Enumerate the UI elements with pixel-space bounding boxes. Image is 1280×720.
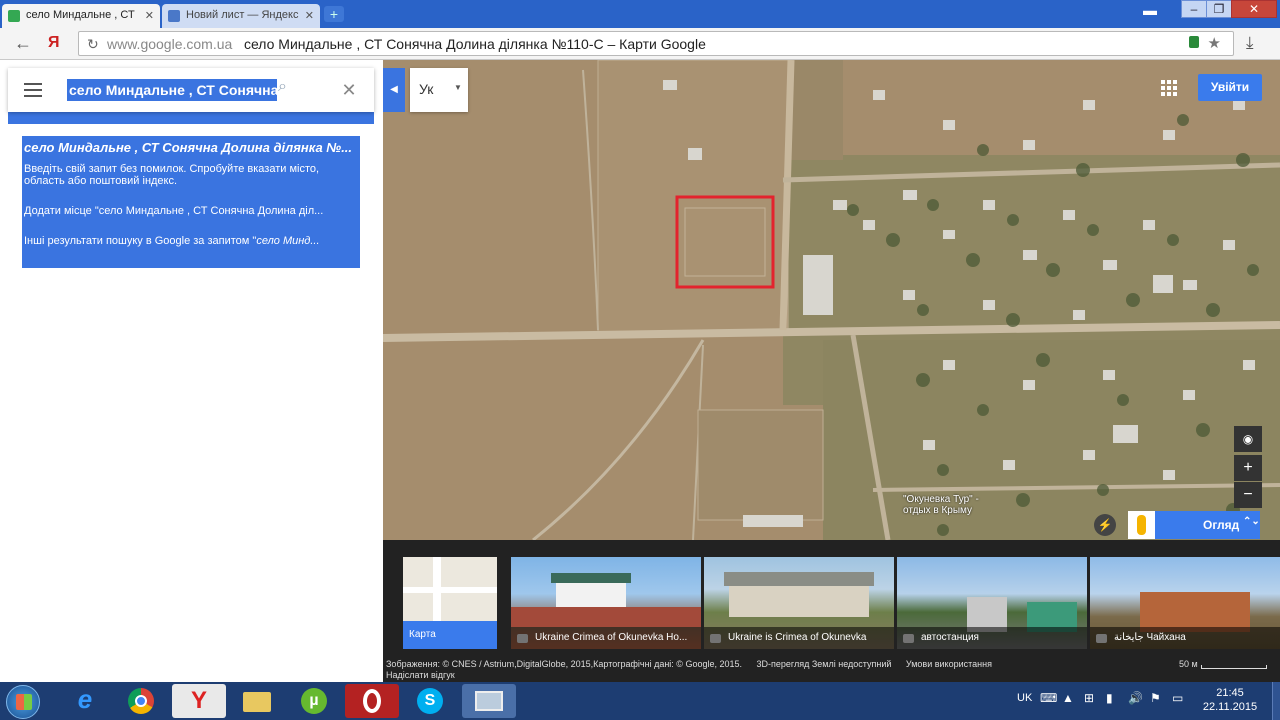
result-hint-line2: область або поштовий індекс. (24, 175, 178, 187)
view-toggle-label: Огляд (1203, 518, 1240, 532)
download-icon[interactable]: ⤓ (1246, 33, 1254, 53)
map-credits: Зображення: © CNES / Astrium,DigitalGlob… (386, 659, 1278, 681)
keyboard-icon[interactable]: ⌨ (1040, 691, 1057, 705)
result-hint-line1: Введіть свій запит без помилок. Спробуйт… (24, 163, 320, 175)
zoom-out-button[interactable]: − (1234, 482, 1262, 508)
language-value: Ук (419, 81, 434, 97)
show-desktop-button[interactable] (1272, 682, 1280, 720)
start-button[interactable] (6, 685, 40, 719)
mail-favicon-icon (168, 10, 180, 22)
photo-thumb[interactable]: Ukraine Crimea of Okunevka Ho... (511, 557, 701, 649)
clock-date: 22.11.2015 (1202, 701, 1258, 713)
language-indicator[interactable]: UK (1017, 692, 1032, 704)
opera-icon[interactable] (345, 684, 399, 718)
reload-icon[interactable]: ↻ (87, 36, 99, 53)
yandex-icon[interactable]: Я (48, 34, 60, 52)
photo-caption: Ukraine is Crimea of Okunevka (704, 627, 894, 649)
photo-thumb[interactable]: автостанция (897, 557, 1087, 649)
new-tab-button[interactable]: + (324, 6, 344, 22)
tray-expand-icon[interactable]: ▲ (1062, 691, 1074, 705)
search-results: село Миндальне , СТ Сонячна Долина ділян… (22, 136, 360, 268)
photo-thumb[interactable]: Ukraine is Crimea of Okunevka (704, 557, 894, 649)
photo-thumb[interactable]: جايخانة Чайхана (1090, 557, 1280, 649)
scale-label: 50 м (1179, 659, 1198, 669)
apps-grid-icon[interactable] (1160, 79, 1178, 97)
volume-icon[interactable]: 🔊 (1128, 691, 1143, 705)
view-toggle-button[interactable]: Огляд ⌃⌄ (1155, 511, 1260, 539)
earth-3d-icon[interactable]: ⚡ (1094, 514, 1116, 536)
yandex-browser-icon[interactable]: Y (172, 684, 226, 718)
tab-maps-label: село Миндальне , СТ (26, 9, 135, 21)
photo-caption: Ukraine Crimea of Okunevka Ho... (511, 627, 701, 649)
scale-bar (1201, 665, 1267, 669)
address-bar[interactable]: ↻ www.google.com.ua село Миндальне , СТ … (78, 31, 1234, 56)
search-input[interactable]: село Миндальне , СТ Сонячна Д (67, 79, 277, 101)
photo-caption: جايخانة Чайхана (1090, 627, 1280, 649)
action-center-icon[interactable]: ⚑ (1150, 691, 1161, 705)
address-title: село Миндальне , СТ Сонячна Долина ділян… (243, 36, 706, 52)
close-window-button[interactable]: ✕ (1231, 0, 1277, 18)
display-icon[interactable] (462, 684, 516, 718)
terms-link[interactable]: Умови використання (906, 659, 992, 669)
folder-icon[interactable] (230, 684, 284, 718)
tab-yandex-label: Новий лист — Яндекс (186, 9, 299, 21)
satellite-map[interactable]: "Окуневка Тур" - отдых в Крыму (383, 60, 1280, 540)
back-arrow-icon[interactable]: ← (14, 33, 32, 54)
restore-button[interactable]: ❐ (1206, 0, 1232, 18)
chrome-icon[interactable] (115, 684, 169, 718)
place-label-line2: отдых в Крыму (903, 505, 973, 516)
photo-caption: автостанция (897, 627, 1087, 649)
clock[interactable]: 21:45 22.11.2015 (1198, 686, 1262, 714)
credits-3d[interactable]: 3D-перегляд Землі недоступний (757, 659, 892, 669)
add-place-link[interactable]: Додати місце "село Миндальне , СТ Сонячн… (24, 205, 358, 217)
other-results-prefix: Інші результати пошуку в Google за запит… (24, 235, 257, 247)
minimize-button[interactable]: – (1181, 0, 1207, 18)
search-icon[interactable]: ⌕ (278, 78, 324, 102)
credits-imagery: Зображення: © CNES / Astrium,DigitalGlob… (386, 659, 742, 669)
address-domain: www.google.com.ua (107, 36, 233, 52)
tab-yandex[interactable]: Новий лист — Яндекс ✕ (162, 4, 320, 28)
skype-icon[interactable]: S (403, 684, 457, 718)
ie-icon[interactable]: e (58, 684, 112, 718)
star-icon[interactable]: ★ (1208, 34, 1221, 52)
place-label-line1: "Окуневка Тур" - (903, 494, 979, 505)
chevron-double-icon: ⌃⌄ (1243, 516, 1260, 527)
feedback-link[interactable]: Надіслати відгук (386, 670, 1278, 681)
other-results-link[interactable]: Інші результати пошуку в Google за запит… (24, 235, 358, 247)
system-tray: UK ⌨ ▲ ⊞ ▮ 🔊 ⚑ ▭ 21:45 22.11.2015 (1010, 682, 1280, 720)
pegman-icon[interactable] (1128, 511, 1155, 539)
my-location-icon[interactable]: ◉ (1234, 426, 1262, 452)
collapse-panel-button[interactable]: ◀ (383, 68, 405, 112)
maps-favicon-icon (8, 10, 20, 22)
other-results-query: село Минд... (256, 235, 320, 247)
map-imagery (383, 60, 1280, 540)
map-card-label: Карта (403, 621, 497, 649)
tab-maps[interactable]: село Миндальне , СТ ✕ (2, 4, 160, 28)
close-tab-icon[interactable]: ✕ (145, 9, 154, 22)
user-icon[interactable]: ▬ (1137, 2, 1163, 20)
close-tab-icon[interactable]: ✕ (305, 9, 314, 22)
map-card[interactable]: Карта (403, 557, 497, 649)
clear-search-icon[interactable]: ✕ (324, 68, 374, 112)
place-label[interactable]: "Окуневка Тур" - отдых в Крыму (903, 494, 979, 516)
login-button[interactable]: Увійти (1198, 74, 1262, 101)
chevron-down-icon: ▼ (454, 83, 462, 92)
utorrent-icon[interactable]: µ (287, 684, 341, 718)
clock-time: 21:45 (1216, 687, 1244, 699)
network-icon[interactable]: ▮ (1106, 691, 1113, 705)
lock-icon (1189, 36, 1199, 48)
language-select[interactable]: Ук ▼ (410, 68, 468, 112)
result-title[interactable]: село Миндальне , СТ Сонячна Долина ділян… (24, 140, 358, 155)
zoom-in-button[interactable]: + (1234, 455, 1262, 481)
power-icon[interactable]: ▭ (1172, 691, 1183, 705)
windows-flag-icon[interactable]: ⊞ (1084, 691, 1094, 705)
menu-icon[interactable] (24, 83, 42, 97)
